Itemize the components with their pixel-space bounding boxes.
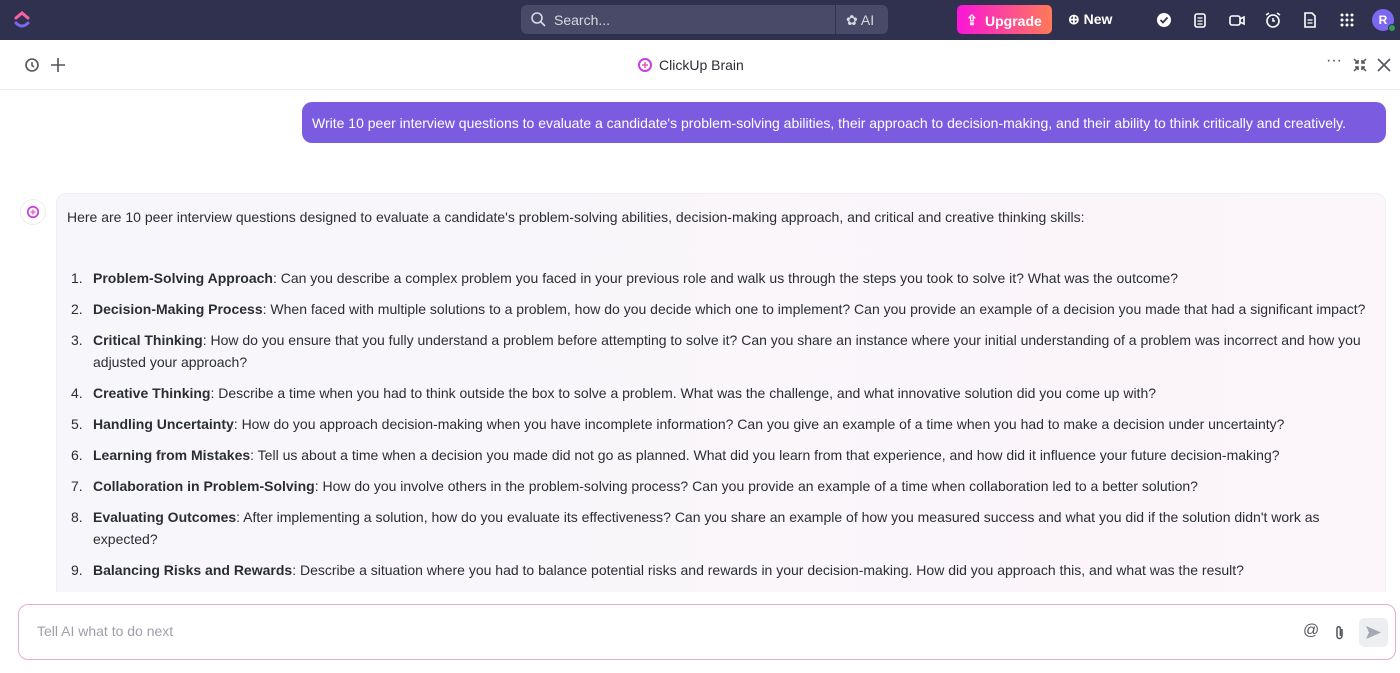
item-text: : After implementing a solution, how do … — [93, 509, 1320, 547]
item-text: : How do you ensure that you fully under… — [93, 332, 1361, 370]
plus-icon[interactable] — [49, 56, 67, 74]
upgrade-button[interactable]: ⇪ Upgrade — [957, 5, 1052, 34]
item-title: Evaluating Outcomes — [93, 509, 237, 525]
top-bar: Search... ✿ AI ⇪ Upgrade ⊕ New R — [0, 0, 1400, 40]
item-text: : When faced with multiple solutions to … — [262, 301, 1366, 317]
item-number: 3. — [71, 332, 83, 348]
upgrade-icon: ⇪ — [966, 12, 978, 28]
question-item: 2. Decision-Making Process: When faced wi… — [71, 298, 1371, 320]
clickup-logo-icon[interactable] — [13, 10, 31, 30]
question-item: 9. Balancing Risks and Rewards: Describe … — [71, 559, 1371, 581]
item-text: : Describe a situation where you had to … — [292, 562, 1244, 578]
question-item: 4. Creative Thinking: Describe a time whe… — [71, 382, 1371, 404]
user-avatar[interactable]: R — [1372, 9, 1396, 32]
response-intro: Here are 10 peer interview questions des… — [67, 209, 1085, 225]
question-list: 1. Problem-Solving Approach: Can you desc… — [71, 267, 1371, 590]
ai-label: AI — [860, 12, 875, 28]
item-number: 8. — [71, 509, 83, 525]
item-text: : Can you describe a complex problem you… — [272, 270, 1178, 286]
notepad-icon[interactable] — [1191, 11, 1209, 29]
video-icon[interactable] — [1228, 11, 1246, 29]
brain-icon — [26, 205, 40, 219]
brain-panel-header: ClickUp Brain ··· — [0, 40, 1400, 90]
alarm-clock-icon[interactable] — [1264, 11, 1282, 29]
history-icon[interactable] — [23, 56, 41, 74]
collapse-icon[interactable] — [1351, 56, 1369, 74]
question-item: 3. Critical Thinking: How do you ensure t… — [71, 329, 1371, 373]
brain-icon: ✿ — [846, 12, 858, 28]
item-number: 1. — [71, 270, 83, 286]
item-title: Problem-Solving Approach — [93, 270, 273, 286]
item-number: 7. — [71, 478, 83, 494]
question-item: 1. Problem-Solving Approach: Can you desc… — [71, 267, 1371, 289]
send-icon — [1366, 626, 1381, 639]
item-title: Collaboration in Problem-Solving — [93, 478, 315, 494]
item-text: : How do you approach decision-making wh… — [233, 416, 1285, 432]
item-number: 4. — [71, 385, 83, 401]
document-icon[interactable] — [1301, 11, 1319, 29]
upgrade-label: Upgrade — [985, 13, 1042, 29]
apps-grid-icon[interactable] — [1338, 11, 1356, 29]
item-title: Critical Thinking — [93, 332, 203, 348]
ai-button[interactable]: ✿ AI — [846, 12, 874, 29]
search-placeholder: Search... — [554, 12, 611, 28]
item-title: Creative Thinking — [93, 385, 211, 401]
item-title: Learning from Mistakes — [93, 447, 251, 463]
item-number: 9. — [71, 562, 83, 578]
new-label: New — [1083, 11, 1113, 27]
ai-prompt-input[interactable] — [37, 623, 1237, 639]
divider — [835, 5, 836, 34]
attachment-icon[interactable] — [1331, 624, 1349, 642]
item-title: Balancing Risks and Rewards — [93, 562, 293, 578]
question-item: 7. Collaboration in Problem-Solving: How … — [71, 475, 1371, 497]
new-button[interactable]: ⊕ New — [1068, 11, 1112, 28]
more-options-icon[interactable]: ··· — [1326, 52, 1344, 70]
question-item: 5. Handling Uncertainty: How do you appro… — [71, 413, 1371, 435]
ai-avatar — [20, 199, 46, 225]
question-item: 6. Learning from Mistakes: Tell us about … — [71, 444, 1371, 466]
question-item: 8. Evaluating Outcomes: After implementin… — [71, 506, 1371, 550]
panel-title: ClickUp Brain — [637, 57, 744, 73]
item-text: : How do you involve others in the probl… — [314, 478, 1198, 494]
search-bar[interactable]: Search... ✿ AI — [521, 5, 888, 34]
item-number: 6. — [71, 447, 83, 463]
user-message: Write 10 peer interview questions to eva… — [302, 102, 1386, 143]
close-icon[interactable] — [1375, 56, 1393, 74]
mention-icon[interactable]: @ — [1303, 622, 1321, 640]
panel-title-text: ClickUp Brain — [659, 57, 744, 73]
online-status-dot — [1388, 24, 1396, 32]
check-circle-icon[interactable] — [1155, 11, 1173, 29]
item-text: : Describe a time when you had to think … — [210, 385, 1157, 401]
item-title: Handling Uncertainty — [93, 416, 234, 432]
item-number: 2. — [71, 301, 83, 317]
search-icon — [531, 12, 546, 27]
item-number: 5. — [71, 416, 83, 432]
plus-circle-icon: ⊕ — [1068, 11, 1080, 27]
ai-response: Here are 10 peer interview questions des… — [56, 193, 1386, 613]
item-title: Decision-Making Process — [93, 301, 263, 317]
send-button[interactable] — [1359, 618, 1388, 647]
avatar-initial: R — [1378, 13, 1388, 27]
item-text: : Tell us about a time when a decision y… — [250, 447, 1280, 463]
brain-icon — [638, 58, 652, 72]
composer: @ — [18, 604, 1396, 660]
